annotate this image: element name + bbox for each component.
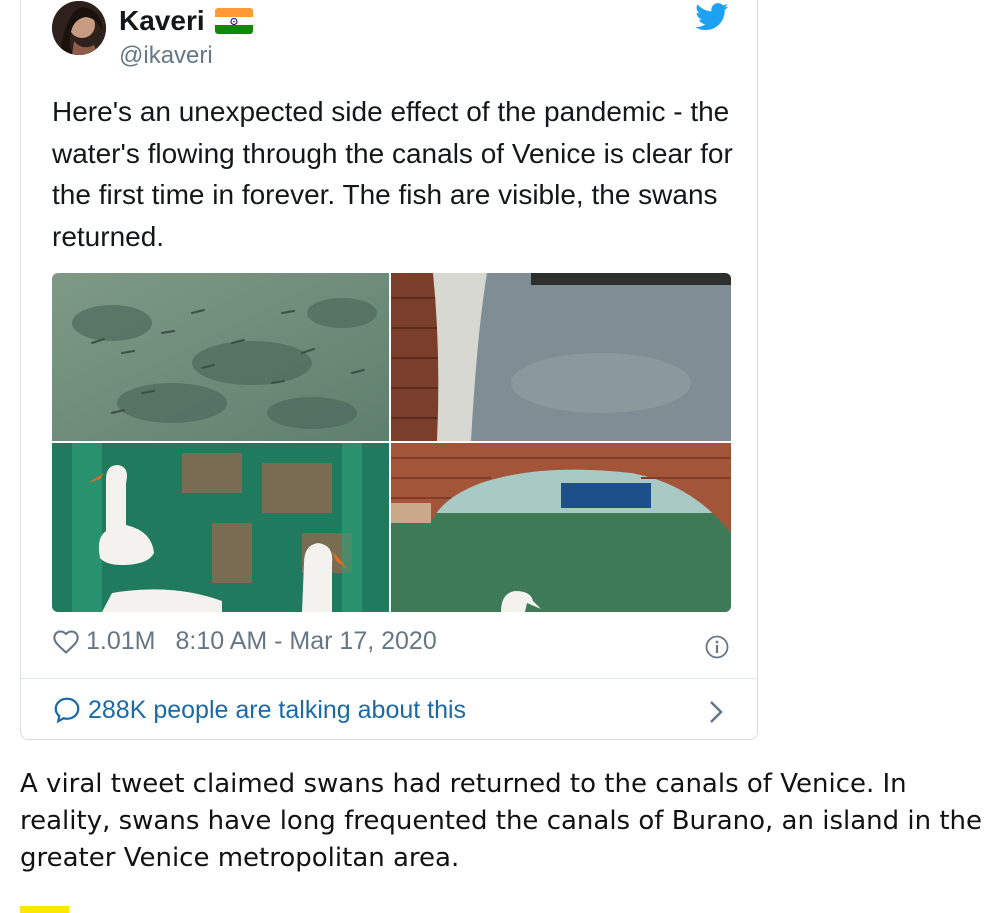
photo-brick-bridge-swan[interactable]: [391, 443, 731, 612]
like-count[interactable]: 1.01M: [86, 627, 155, 656]
photo-swans-green-canal[interactable]: [52, 443, 389, 612]
india-flag-icon: [214, 8, 253, 34]
embedded-tweet-card[interactable]: Kaveri @ikaveri Here's an unexpected sid…: [20, 0, 758, 740]
photo-fish-canal[interactable]: [52, 273, 389, 441]
article-caption: A viral tweet claimed swans had returned…: [20, 769, 983, 873]
divider: [21, 678, 757, 679]
twitter-bird-icon[interactable]: [695, 3, 729, 36]
info-icon[interactable]: [705, 635, 729, 659]
tweet-text: Here's an unexpected side effect of the …: [52, 96, 733, 252]
photo-clear-canal-wall[interactable]: [391, 273, 731, 441]
author-handle[interactable]: @ikaveri: [119, 42, 213, 70]
tweet-timestamp[interactable]: 8:10 AM - Mar 17, 2020: [175, 627, 436, 656]
heart-icon[interactable]: [52, 628, 80, 656]
author-name[interactable]: Kaveri: [119, 5, 205, 37]
accent-bar: [20, 906, 69, 913]
conversation-link[interactable]: 288K people are talking about this: [52, 695, 466, 725]
comment-icon: [52, 695, 82, 725]
chevron-right-icon[interactable]: [705, 697, 727, 727]
author-avatar[interactable]: [52, 1, 106, 55]
talking-about-label[interactable]: 288K people are talking about this: [88, 696, 466, 725]
tweet-photo-grid[interactable]: [52, 273, 731, 612]
